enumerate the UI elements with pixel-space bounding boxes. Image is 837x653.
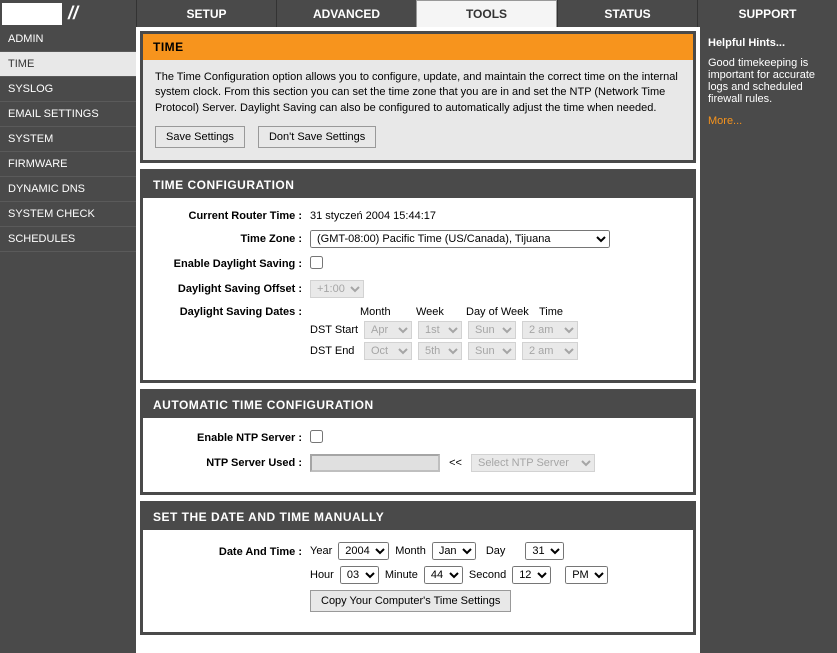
- ntp-arrow-icon: <<: [443, 457, 468, 469]
- day-select[interactable]: 31: [525, 542, 564, 560]
- year-select[interactable]: 2004: [338, 542, 389, 560]
- dst-end-time[interactable]: 2 am: [522, 342, 578, 360]
- nav-status[interactable]: STATUS: [557, 0, 697, 27]
- dst-col-time: Time: [539, 306, 563, 318]
- minute-select[interactable]: 44: [424, 566, 463, 584]
- day-label: Day: [486, 545, 506, 557]
- ntp-title: AUTOMATIC TIME CONFIGURATION: [143, 392, 693, 418]
- timezone-select[interactable]: (GMT-08:00) Pacific Time (US/Canada), Ti…: [310, 230, 610, 248]
- sidebar-time[interactable]: TIME: [0, 52, 136, 77]
- month-label: Month: [395, 545, 426, 557]
- minute-label: Minute: [385, 569, 418, 581]
- ntp-used-label: NTP Server Used :: [155, 457, 310, 469]
- dst-col-week: Week: [416, 306, 466, 318]
- dst-col-dow: Day of Week: [466, 306, 539, 318]
- dst-enable-label: Enable Daylight Saving :: [155, 258, 310, 270]
- dst-start-label: DST Start: [310, 324, 364, 336]
- dst-col-month: Month: [360, 306, 416, 318]
- month-select[interactable]: Jan: [432, 542, 476, 560]
- current-time-label: Current Router Time :: [155, 210, 310, 222]
- sidebar-admin[interactable]: ADMIN: [0, 27, 136, 52]
- save-settings-button[interactable]: Save Settings: [155, 126, 245, 148]
- nav-setup[interactable]: SETUP: [136, 0, 276, 27]
- manual-title: SET THE DATE AND TIME MANUALLY: [143, 504, 693, 530]
- hints-text: Good timekeeping is important for accura…: [708, 57, 829, 105]
- time-description: The Time Configuration option allows you…: [155, 70, 681, 116]
- dst-enable-checkbox[interactable]: [310, 256, 323, 269]
- hour-label: Hour: [310, 569, 334, 581]
- sidebar-ddns[interactable]: DYNAMIC DNS: [0, 177, 136, 202]
- sidebar-schedules[interactable]: SCHEDULES: [0, 227, 136, 252]
- datetime-label: Date And Time :: [155, 542, 310, 558]
- time-panel-title: TIME: [143, 34, 693, 60]
- dst-dates-label: Daylight Saving Dates :: [155, 306, 310, 318]
- timezone-label: Time Zone :: [155, 233, 310, 245]
- ntp-enable-label: Enable NTP Server :: [155, 432, 310, 444]
- time-config-title: TIME CONFIGURATION: [143, 172, 693, 198]
- nav-tools[interactable]: TOOLS: [416, 0, 557, 27]
- nav-advanced[interactable]: ADVANCED: [276, 0, 416, 27]
- sidebar-firmware[interactable]: FIRMWARE: [0, 152, 136, 177]
- dont-save-settings-button[interactable]: Don't Save Settings: [258, 126, 376, 148]
- logo-area: //: [0, 0, 136, 27]
- current-time-value: 31 styczeń 2004 15:44:17: [310, 210, 681, 222]
- ntp-server-select[interactable]: Select NTP Server: [471, 454, 595, 472]
- sidebar-email[interactable]: EMAIL SETTINGS: [0, 102, 136, 127]
- hints-panel: Helpful Hints... Good timekeeping is imp…: [700, 27, 837, 653]
- dst-start-time[interactable]: 2 am: [522, 321, 578, 339]
- hints-more-link[interactable]: More...: [708, 115, 829, 127]
- nav-support[interactable]: SUPPORT: [697, 0, 837, 27]
- logo-slash: //: [64, 3, 78, 24]
- year-label: Year: [310, 545, 332, 557]
- sidebar-system[interactable]: SYSTEM: [0, 127, 136, 152]
- dst-start-dow[interactable]: Sun: [468, 321, 516, 339]
- ntp-server-input[interactable]: [310, 454, 440, 472]
- ntp-enable-checkbox[interactable]: [310, 430, 323, 443]
- dst-start-month[interactable]: Apr: [364, 321, 412, 339]
- dst-offset-label: Daylight Saving Offset :: [155, 283, 310, 295]
- sidebar-syscheck[interactable]: SYSTEM CHECK: [0, 202, 136, 227]
- second-label: Second: [469, 569, 506, 581]
- dst-end-dow[interactable]: Sun: [468, 342, 516, 360]
- dst-end-label: DST End: [310, 345, 364, 357]
- second-select[interactable]: 12: [512, 566, 551, 584]
- ampm-select[interactable]: PM: [565, 566, 608, 584]
- sidebar-syslog[interactable]: SYSLOG: [0, 77, 136, 102]
- sidebar: ADMIN TIME SYSLOG EMAIL SETTINGS SYSTEM …: [0, 27, 136, 653]
- copy-computer-time-button[interactable]: Copy Your Computer's Time Settings: [310, 590, 511, 612]
- dst-end-month[interactable]: Oct: [364, 342, 412, 360]
- dst-offset-select[interactable]: +1:00: [310, 280, 364, 298]
- logo-block: [2, 3, 62, 25]
- dst-end-week[interactable]: 5th: [418, 342, 462, 360]
- hints-title: Helpful Hints...: [708, 37, 829, 49]
- dst-start-week[interactable]: 1st: [418, 321, 462, 339]
- hour-select[interactable]: 03: [340, 566, 379, 584]
